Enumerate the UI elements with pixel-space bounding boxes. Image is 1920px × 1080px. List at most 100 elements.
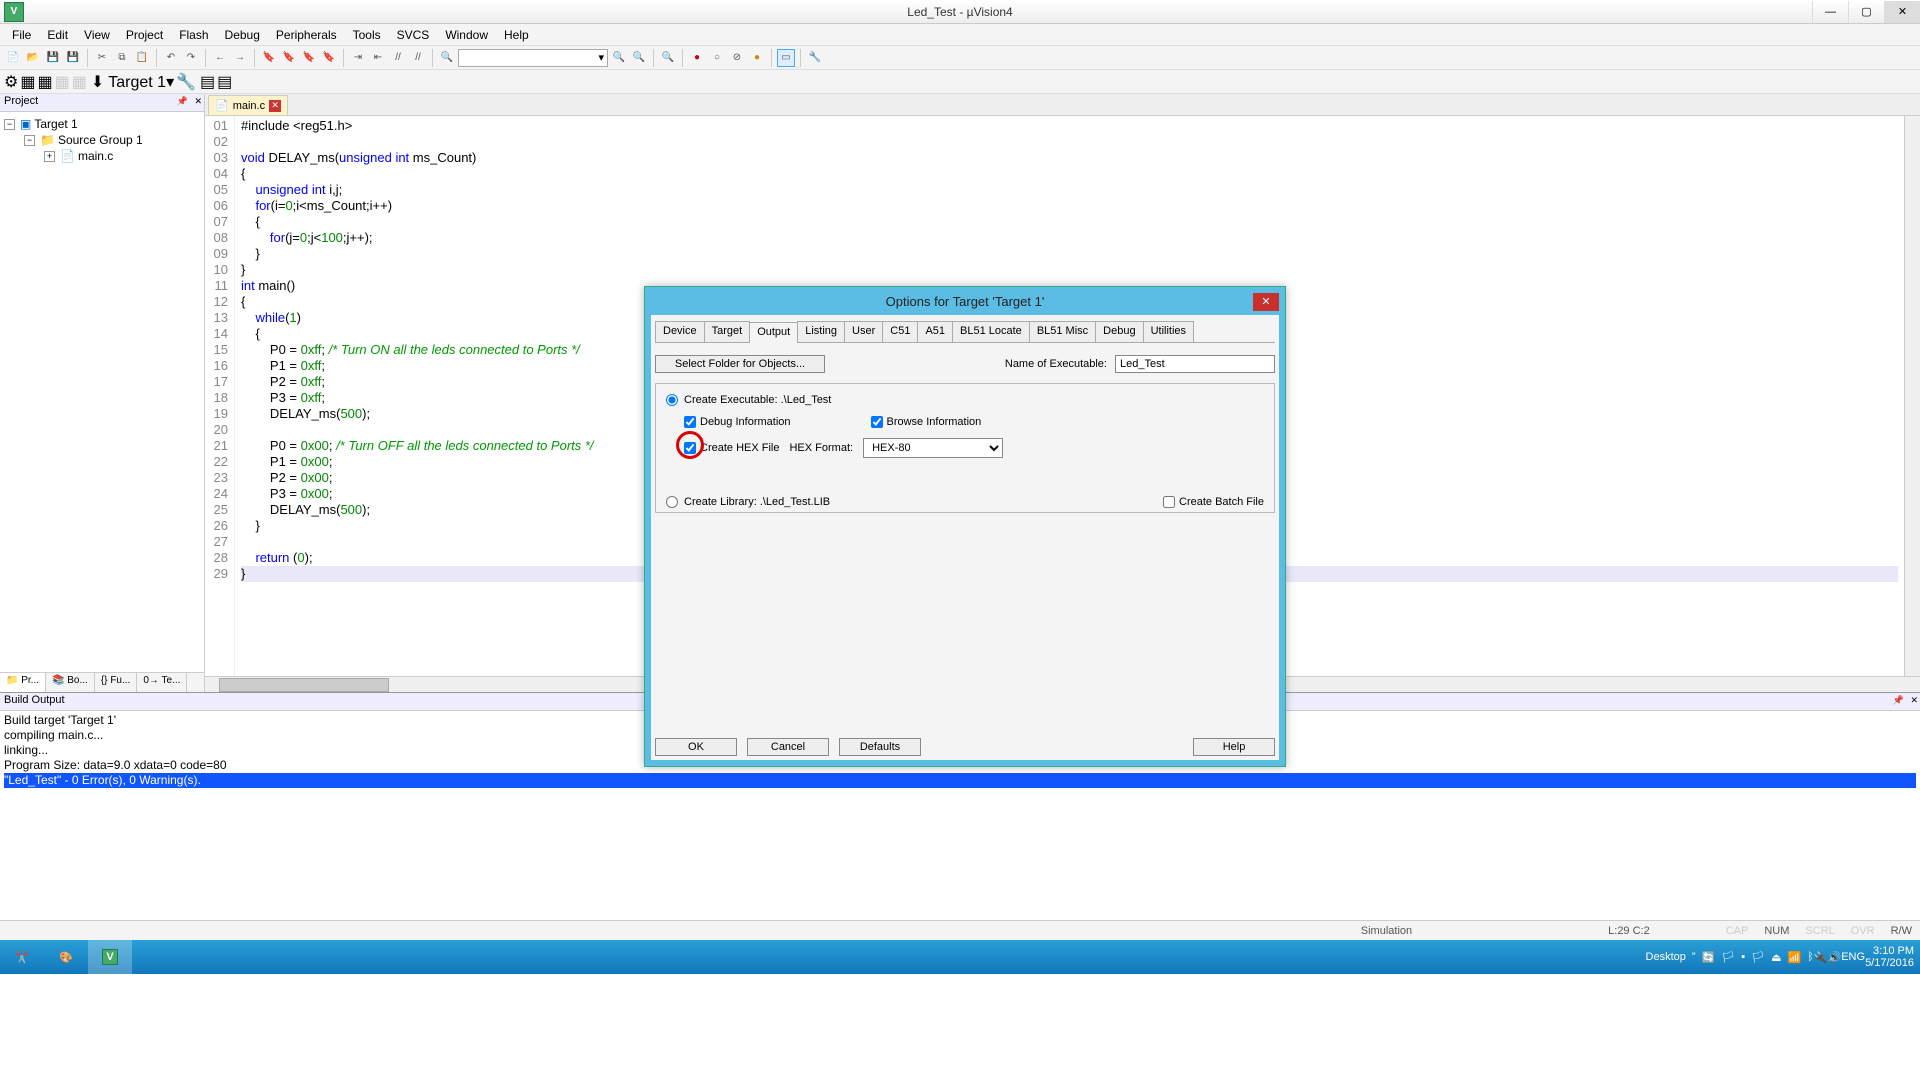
tray-graphics-icon[interactable]: ▪ — [1741, 951, 1745, 963]
cut-icon[interactable]: ✂ — [93, 49, 111, 67]
tray-clock[interactable]: 3:10 PM 5/17/2016 — [1865, 945, 1920, 969]
create-hex-checkbox[interactable]: Create HEX File — [684, 442, 779, 454]
close-panel-icon[interactable]: ✕ — [1910, 695, 1918, 706]
file-tab-main[interactable]: 📄main.c ✕ — [208, 95, 288, 115]
breakpoint-kill-icon[interactable]: ⊘ — [728, 49, 746, 67]
taskbar-app-uvision[interactable]: V — [88, 940, 132, 974]
tray-action-icon[interactable]: 🏳 — [1751, 951, 1765, 964]
create-batch-checkbox[interactable]: Create Batch File — [1163, 496, 1264, 508]
tray-bluetooth-icon[interactable]: ᛒ — [1807, 951, 1814, 963]
close-tab-icon[interactable]: ✕ — [269, 100, 281, 112]
tray-sync-icon[interactable]: 🔄 — [1702, 951, 1716, 964]
minimize-button[interactable]: — — [1812, 1, 1848, 23]
browse-info-checkbox[interactable]: Browse Information — [871, 416, 982, 428]
bookmark-icon[interactable]: 🔖 — [260, 49, 278, 67]
rebuild-icon[interactable]: ▦ — [37, 72, 52, 92]
bookmark-prev-icon[interactable]: 🔖 — [280, 49, 298, 67]
find-icon[interactable]: 🔍 — [438, 49, 456, 67]
tab-templates[interactable]: 0→ Te... — [137, 673, 187, 692]
tree-group[interactable]: Source Group 1 — [58, 133, 143, 147]
pin-icon[interactable]: 📌 — [1893, 695, 1904, 706]
close-panel-icon[interactable]: ✕ — [194, 96, 202, 107]
menu-peripherals[interactable]: Peripherals — [268, 26, 345, 44]
desktop-toolbar[interactable]: Desktop — [1646, 951, 1686, 963]
chevron-up-icon[interactable]: ” — [1692, 951, 1696, 963]
maximize-button[interactable]: ▢ — [1848, 1, 1884, 23]
breakpoint-disable-icon[interactable]: ○ — [708, 49, 726, 67]
redo-icon[interactable]: ↷ — [182, 49, 200, 67]
translate-icon[interactable]: ⚙ — [4, 72, 18, 92]
tab-debug[interactable]: Debug — [1095, 321, 1143, 342]
find-in-files-icon[interactable]: 🔍 — [610, 49, 628, 67]
tab-bl51-locate[interactable]: BL51 Locate — [952, 321, 1030, 342]
tray-power-icon[interactable]: 🔌 — [1814, 951, 1828, 964]
expander-icon[interactable]: + — [44, 151, 55, 162]
tab-a51[interactable]: A51 — [917, 321, 953, 342]
tree-target[interactable]: Target 1 — [34, 117, 77, 131]
manage-icon[interactable]: ▤ — [200, 72, 215, 92]
help-button[interactable]: Help — [1193, 738, 1275, 756]
menu-edit[interactable]: Edit — [39, 26, 76, 44]
tab-functions[interactable]: {} Fu... — [95, 673, 137, 692]
menu-svcs[interactable]: SVCS — [389, 26, 438, 44]
pin-icon[interactable]: 📌 — [177, 96, 188, 107]
tab-books[interactable]: 📚 Bo... — [46, 673, 95, 692]
breakpoint-list-icon[interactable]: ● — [748, 49, 766, 67]
bookmark-next-icon[interactable]: 🔖 — [300, 49, 318, 67]
menu-file[interactable]: File — [4, 26, 39, 44]
save-all-icon[interactable]: 💾 — [64, 49, 82, 67]
ok-button[interactable]: OK — [655, 738, 737, 756]
close-button[interactable]: ✕ — [1884, 1, 1920, 23]
tab-utilities[interactable]: Utilities — [1143, 321, 1194, 342]
select-folder-button[interactable]: Select Folder for Objects... — [655, 355, 825, 373]
window-icon[interactable]: ▭ — [777, 49, 795, 67]
tree-file[interactable]: main.c — [78, 149, 113, 163]
create-lib-radio[interactable]: Create Library: .\Led_Test.LIB — [666, 496, 830, 508]
defaults-button[interactable]: Defaults — [839, 738, 921, 756]
menu-view[interactable]: View — [76, 26, 118, 44]
batch-build-icon[interactable]: ▦ — [55, 72, 70, 92]
cancel-button[interactable]: Cancel — [747, 738, 829, 756]
open-icon[interactable]: 📂 — [24, 49, 42, 67]
build-icon[interactable]: ▦ — [20, 72, 35, 92]
tab-project[interactable]: 📁 Pr... — [0, 673, 46, 692]
save-icon[interactable]: 💾 — [44, 49, 62, 67]
tray-safely-remove-icon[interactable]: ⏏ — [1771, 951, 1781, 964]
bookmark-clear-icon[interactable]: 🔖 — [320, 49, 338, 67]
tray-defender-icon[interactable]: 🏳 — [1721, 951, 1735, 964]
tab-output[interactable]: Output — [749, 322, 798, 343]
find-combo[interactable]: ▾ — [458, 49, 608, 67]
configure-icon[interactable]: 🔧 — [806, 49, 824, 67]
stop-build-icon[interactable]: ▦ — [72, 72, 87, 92]
breakpoint-icon[interactable]: ● — [688, 49, 706, 67]
comment-icon[interactable]: // — [389, 49, 407, 67]
download-icon[interactable]: ⬇ — [91, 72, 104, 92]
new-icon[interactable]: 📄 — [4, 49, 22, 67]
uncomment-icon[interactable]: // — [409, 49, 427, 67]
hex-format-select[interactable]: HEX-80 — [863, 438, 1003, 458]
tab-bl51-misc[interactable]: BL51 Misc — [1029, 321, 1096, 342]
manage-components-icon[interactable]: ▤ — [217, 72, 232, 92]
menu-flash[interactable]: Flash — [171, 26, 216, 44]
expander-icon[interactable]: − — [24, 135, 35, 146]
menu-debug[interactable]: Debug — [217, 26, 268, 44]
vertical-scrollbar[interactable] — [1904, 116, 1920, 676]
tray-volume-icon[interactable]: 🔊 — [1828, 951, 1842, 964]
menu-project[interactable]: Project — [118, 26, 171, 44]
tray-lang[interactable]: ENG — [1841, 951, 1865, 963]
debug-info-checkbox[interactable]: Debug Information — [684, 416, 791, 428]
nav-back-icon[interactable]: ← — [211, 49, 229, 67]
paste-icon[interactable]: 📋 — [133, 49, 151, 67]
create-exe-radio[interactable]: Create Executable: .\Led_Test — [666, 394, 1264, 406]
indent-icon[interactable]: ⇥ — [349, 49, 367, 67]
taskbar-app-paint[interactable]: 🎨 — [44, 940, 88, 974]
tab-listing[interactable]: Listing — [797, 321, 845, 342]
target-options-icon[interactable]: 🔧 — [176, 72, 196, 92]
undo-icon[interactable]: ↶ — [162, 49, 180, 67]
outdent-icon[interactable]: ⇤ — [369, 49, 387, 67]
tab-user[interactable]: User — [844, 321, 883, 342]
project-tree[interactable]: −▣Target 1 −📁Source Group 1 +📄main.c — [0, 112, 204, 672]
tray-network-icon[interactable]: 📶 — [1788, 951, 1802, 964]
debug-icon[interactable]: 🔍 — [659, 49, 677, 67]
expander-icon[interactable]: − — [4, 119, 15, 130]
